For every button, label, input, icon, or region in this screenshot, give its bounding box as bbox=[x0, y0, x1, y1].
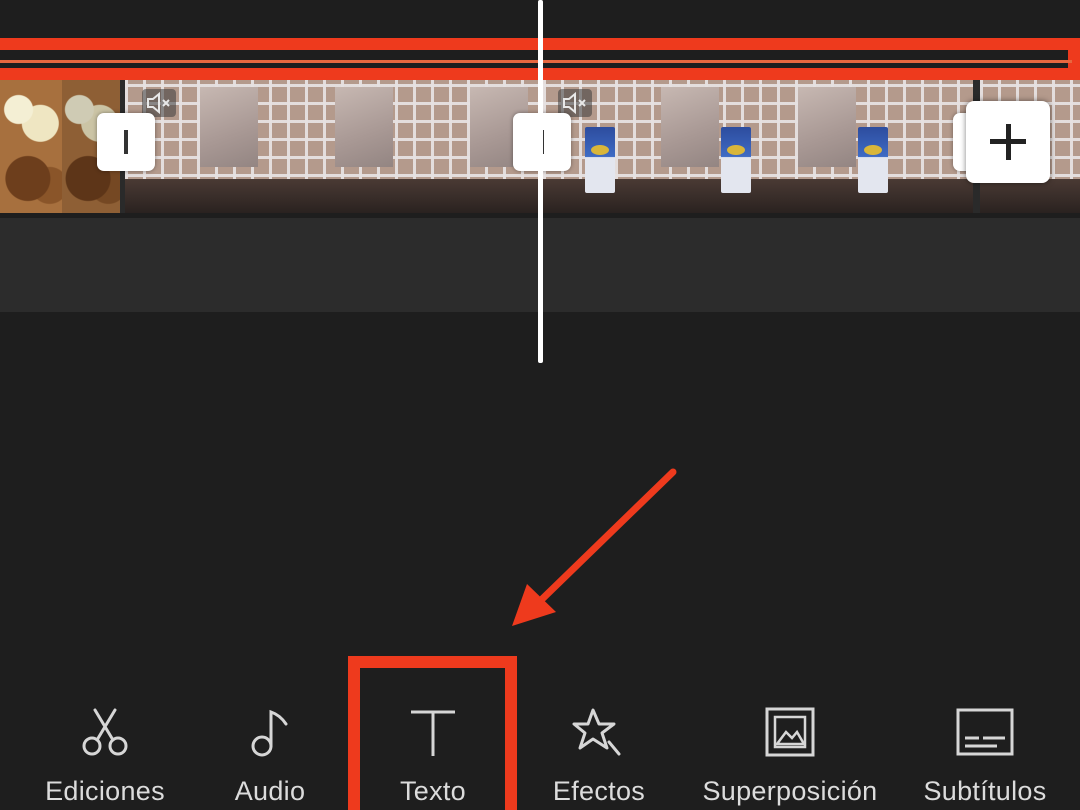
bottom-toolbar: Ediciones Audio Texto Efectos Superposic… bbox=[0, 656, 1080, 810]
tool-audio[interactable]: Audio bbox=[175, 690, 365, 806]
tool-efectos[interactable]: Efectos bbox=[504, 690, 694, 806]
sparkle-star-icon bbox=[572, 708, 621, 756]
image-overlay-icon bbox=[765, 707, 815, 757]
tool-subtitulos[interactable]: Subtítulos bbox=[890, 690, 1080, 806]
annotation-arrow bbox=[512, 468, 677, 626]
tool-ediciones[interactable]: Ediciones bbox=[10, 690, 200, 806]
annotation-highlight-box bbox=[348, 656, 517, 810]
scissors-icon bbox=[82, 708, 128, 756]
music-note-icon bbox=[251, 709, 288, 757]
tool-superposicion[interactable]: Superposición bbox=[695, 690, 885, 806]
subtitles-icon bbox=[956, 708, 1014, 756]
tool-label: Subtítulos bbox=[923, 776, 1047, 806]
